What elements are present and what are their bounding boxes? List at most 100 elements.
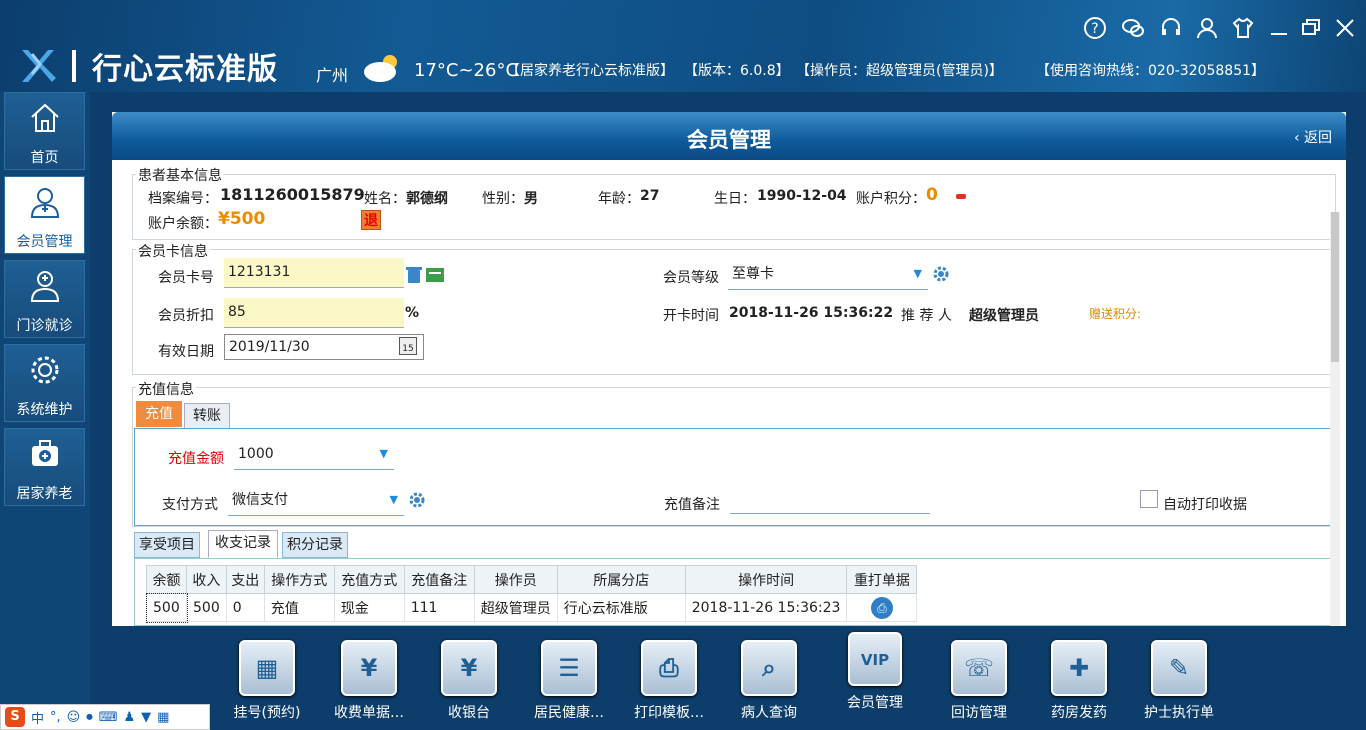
discount-input[interactable]: 85 [224, 298, 404, 328]
tab-recharge[interactable]: 充值 [136, 401, 182, 427]
records-table: 余额 收入 支出 操作方式 充值方式 充值备注 操作员 所属分店 操作时间 重打单据 500 500… [145, 565, 918, 623]
sidebar-item-system[interactable]: 系统维护 [4, 344, 85, 422]
help-icon[interactable]: ? [1083, 16, 1107, 40]
expire-date-input[interactable]: 2019/11/30 15 [224, 334, 424, 360]
tab-points-record[interactable]: 积分记录 [282, 532, 348, 558]
sidebar-item-label: 系统维护 [16, 402, 73, 418]
headset-icon[interactable] [1159, 16, 1183, 40]
column-header[interactable]: 操作时间 [684, 565, 848, 594]
sidebar-item-label: 门诊就诊 [16, 318, 73, 334]
settings-gear-icon[interactable] [408, 491, 426, 509]
table-cell: 500 [145, 592, 188, 623]
table-row[interactable]: 500 500 0 充值 现金 111 超级管理员 行心云标准版 2018-11-26 15:3… [145, 592, 918, 623]
column-header[interactable]: 余额 [146, 565, 187, 594]
punctuation-icon[interactable]: °, [50, 710, 61, 725]
mic-icon[interactable]: ⏺ [86, 710, 93, 725]
calendar-icon[interactable]: 15 [399, 337, 417, 355]
scroll-thumb[interactable] [1331, 212, 1339, 362]
sidebar-item-homecare[interactable]: 居家养老 [4, 428, 85, 506]
shirt-icon[interactable]: ▼ [141, 710, 151, 725]
dock-item-patient-search[interactable]: ⌕ 病人查询 [714, 640, 824, 722]
level-select[interactable]: 至尊卡 ▼ [728, 260, 928, 290]
column-header[interactable]: 充值备注 [403, 565, 475, 594]
dock-item-calendar[interactable]: ▦ 挂号(预约) [212, 640, 322, 722]
dock-item-pharmacy[interactable]: ✚ 药房发药 [1024, 640, 1134, 722]
amount-label: 充值金额 [168, 451, 224, 467]
column-header[interactable]: 支出 [225, 565, 265, 594]
vertical-scrollbar[interactable] [1330, 212, 1340, 626]
age-label: 年龄： [598, 191, 640, 207]
back-button[interactable]: ‹ 返回 [1294, 127, 1332, 147]
ime-mode[interactable]: 中 [31, 708, 44, 727]
grid-icon[interactable]: ▦ [157, 710, 169, 725]
dock-item-cash-register[interactable]: ¥ 收费单据… [314, 640, 424, 722]
title-divider [72, 50, 76, 82]
wechat-icon[interactable] [1121, 16, 1145, 40]
tab-transfer[interactable]: 转账 [184, 403, 230, 429]
column-header[interactable]: 收入 [186, 565, 227, 594]
sidebar-item-home[interactable]: 首页 [4, 92, 85, 170]
dock-label: 护士执行单 [1144, 705, 1214, 721]
tab-transactions[interactable]: 收支记录 [208, 530, 278, 558]
minimize-icon[interactable] [1267, 16, 1291, 40]
dock-label: 打印模板… [634, 705, 704, 721]
cash-register-icon: ¥ [341, 640, 397, 696]
table-cell: 超级管理员 [473, 593, 558, 622]
reprint-icon[interactable]: ⎙ [870, 596, 893, 619]
note-label: 充值备注 [664, 497, 720, 513]
dock-label: 收银台 [448, 705, 490, 721]
ime-toolbar[interactable]: S 中 °, ☺ ⏺ ⌨ ♟ ▼ ▦ [0, 704, 210, 730]
level-value: 至尊卡 [732, 266, 774, 282]
points-label: 账户积分： [856, 191, 926, 207]
user-icon[interactable] [1195, 16, 1219, 40]
referrer: 超级管理员 [969, 308, 1039, 324]
card-reader-icon[interactable] [426, 266, 444, 284]
sidebar-item-member[interactable]: 会员管理 [4, 176, 85, 254]
app-title: 行心云标准版 [92, 52, 278, 87]
column-header[interactable]: 充值方式 [333, 565, 405, 594]
person-icon[interactable]: ♟ [123, 710, 135, 725]
dock-item-nurse-order[interactable]: ✎ 护士执行单 [1124, 640, 1234, 722]
card-no-input[interactable]: 1213131 [224, 258, 404, 288]
weather-icon [364, 55, 397, 82]
pay-method-label: 支付方式 [162, 497, 218, 513]
column-header[interactable]: 操作方式 [263, 565, 335, 594]
sidebar-item-clinic[interactable]: 门诊就诊 [4, 260, 85, 338]
dock-item-vip[interactable]: VIP 会员管理 [820, 632, 930, 712]
vip-icon: VIP [848, 632, 902, 686]
column-header[interactable]: 所属分店 [556, 565, 686, 594]
auto-print-checkbox[interactable] [1140, 490, 1158, 508]
dropdown-arrow-icon: ▼ [379, 447, 388, 460]
dropdown-arrow-icon: ▼ [389, 493, 398, 506]
table-cell: 充值 [263, 593, 335, 622]
settings-gear-icon[interactable] [932, 265, 950, 283]
emoji-icon[interactable]: ☺ [67, 710, 81, 725]
sogou-icon: S [5, 707, 25, 727]
table-cell: 现金 [333, 593, 405, 622]
tab-enjoyed-items[interactable]: 享受项目 [134, 532, 200, 558]
record-no: 1811260015879 [220, 185, 365, 204]
column-header[interactable]: 操作员 [473, 565, 558, 594]
sidebar-item-label: 首页 [30, 150, 59, 166]
dock-item-health-card[interactable]: ☰ 居民健康… [514, 640, 624, 722]
pharmacy-icon: ✚ [1051, 640, 1107, 696]
keyboard-icon[interactable]: ⌨ [99, 710, 118, 725]
dock-item-callback[interactable]: ☏ 回访管理 [924, 640, 1034, 722]
discount-label: 会员折扣 [158, 308, 214, 324]
dock-label: 药房发药 [1051, 705, 1107, 721]
temperature: 17°C~26°C [414, 60, 519, 81]
refund-button[interactable]: 退 [361, 210, 381, 230]
column-header[interactable]: 重打单据 [846, 565, 918, 594]
gift-points-label: 赠送积分: [1089, 307, 1142, 321]
amount-select[interactable]: 1000 ▼ [234, 440, 394, 470]
version-label: 【版本：6.0.8】 [684, 63, 790, 79]
gear-icon [31, 356, 58, 384]
pay-method-select[interactable]: 微信支付 ▼ [228, 486, 404, 516]
note-input[interactable] [730, 484, 930, 514]
skin-icon[interactable] [1231, 16, 1255, 40]
restore-icon[interactable] [1299, 16, 1323, 40]
close-icon[interactable] [1333, 16, 1357, 40]
trash-icon[interactable] [406, 266, 422, 284]
dock-item-cashier[interactable]: ¥ 收银台 [414, 640, 524, 722]
dock-item-printer[interactable]: ⎙ 打印模板… [614, 640, 724, 722]
